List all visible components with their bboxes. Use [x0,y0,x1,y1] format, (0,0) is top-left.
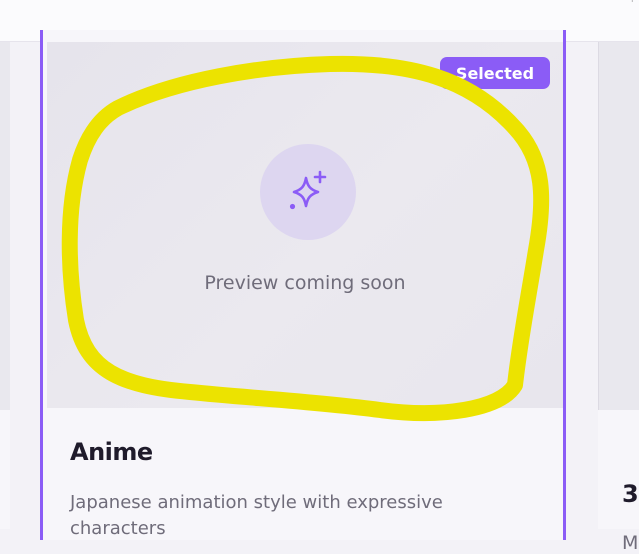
preview-placeholder-text: Preview coming soon [204,272,406,294]
selected-badge: Selected [440,57,550,89]
previous-style-card-body[interactable] [0,410,10,529]
scroll-indicator: · [631,0,634,6]
style-card-anime[interactable]: Selected Preview coming soon Anime Japan… [40,30,566,540]
next-style-preview [598,42,639,410]
previous-style-card[interactable] [0,42,10,412]
preview-icon-circle [260,144,356,240]
style-title: Anime [70,438,153,466]
next-style-card[interactable]: 3 M [598,42,639,554]
style-preview: Selected Preview coming soon [47,42,563,408]
next-style-description: M [622,532,639,554]
next-style-title: 3 [622,480,639,508]
style-description: Japanese animation style with expressive… [70,492,443,539]
sparkles-icon [289,170,327,210]
